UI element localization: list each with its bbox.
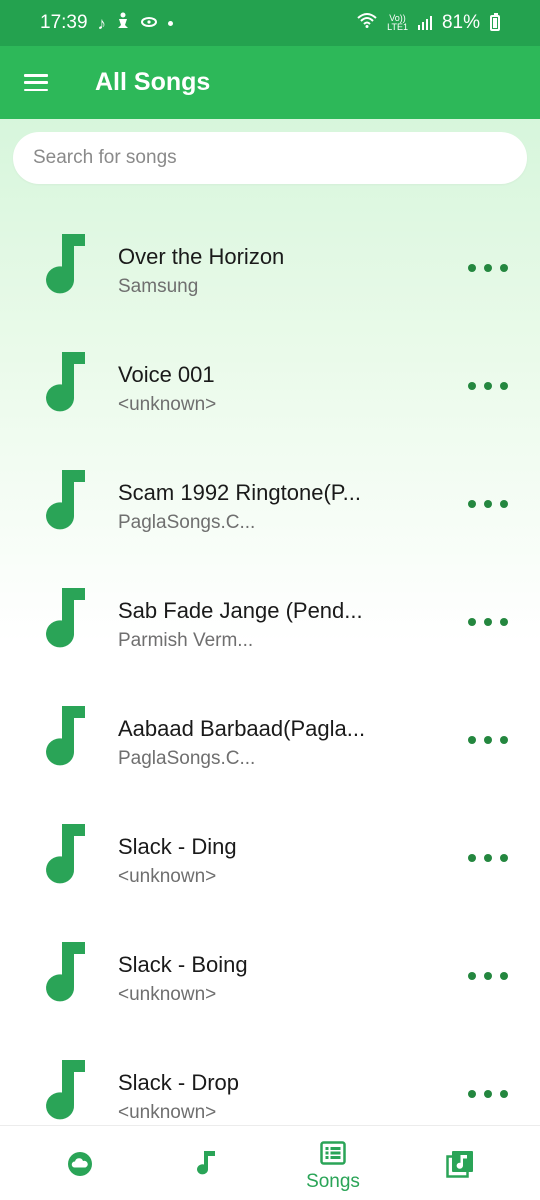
more-options-icon[interactable] (464, 846, 512, 870)
song-row[interactable]: Over the Horizon Samsung (0, 210, 540, 328)
more-options-icon[interactable] (464, 1082, 512, 1106)
nav-item-playlist[interactable] (420, 1126, 500, 1200)
more-options-icon[interactable] (464, 492, 512, 516)
music-note-icon (44, 468, 88, 530)
song-title: Aabaad Barbaad(Pagla... (118, 716, 366, 741)
status-left: 17:39 ♪ (40, 11, 174, 35)
song-title: Over the Horizon (118, 244, 285, 269)
battery-percent: 81% (441, 12, 480, 33)
song-artist: PaglaSongs.C... (118, 748, 256, 769)
song-title: Slack - Drop (118, 1070, 240, 1095)
cloud-icon (67, 1151, 93, 1182)
more-notifications-dot-icon (168, 20, 174, 26)
page-title: All Songs (95, 68, 211, 96)
song-title: Sab Fade Jange (Pend... (118, 598, 363, 623)
song-artist: Samsung (118, 276, 199, 297)
music-note-icon (195, 1149, 217, 1182)
figure-notification-icon (116, 11, 130, 35)
playlist-icon (446, 1150, 474, 1183)
status-time: 17:39 (40, 12, 88, 33)
song-artist: <unknown> (118, 394, 217, 415)
nav-item-cloud[interactable] (40, 1126, 120, 1200)
more-options-icon[interactable] (464, 610, 512, 634)
lte-label: LTE1 (387, 22, 408, 32)
status-bar: 17:39 ♪ Vo)) LTE1 81% (0, 0, 540, 46)
more-options-icon[interactable] (464, 374, 512, 398)
music-note-icon (44, 232, 88, 294)
song-artist: PaglaSongs.C... (118, 512, 256, 533)
hamburger-menu-icon[interactable] (24, 74, 48, 91)
song-row[interactable]: Slack - Drop <unknown> (0, 1036, 540, 1125)
app-bar: All Songs (0, 46, 540, 119)
loop-notification-icon (140, 12, 158, 34)
music-app-screen: 17:39 ♪ Vo)) LTE1 81% All Songs Search f… (0, 0, 540, 1200)
song-title: Slack - Ding (118, 834, 237, 859)
song-list: Over the Horizon Samsung Voice 001 <unknown… (0, 210, 540, 1125)
volte-icon: Vo)) LTE1 (387, 14, 408, 32)
nav-item-music[interactable] (166, 1126, 246, 1200)
more-options-icon[interactable] (464, 964, 512, 988)
wifi-icon (357, 12, 377, 34)
bottom-navigation: Songs (0, 1125, 540, 1200)
music-note-icon (44, 940, 88, 1002)
song-title: Slack - Boing (118, 952, 248, 977)
nav-item-songs[interactable]: Songs (293, 1126, 373, 1200)
song-row[interactable]: Scam 1992 Ringtone(P... PaglaSongs.C... (0, 446, 540, 564)
music-note-icon (44, 822, 88, 884)
more-options-icon[interactable] (464, 256, 512, 280)
status-right: Vo)) LTE1 81% (357, 12, 500, 34)
signal-strength-icon (417, 16, 432, 30)
song-artist: <unknown> (118, 984, 217, 1005)
music-note-icon (44, 704, 88, 766)
list-icon (320, 1141, 346, 1170)
song-title: Scam 1992 Ringtone(P... (118, 480, 361, 505)
song-title: Voice 001 (118, 362, 215, 387)
content-area: Search for songs Over the Horizon Samsung… (0, 119, 540, 1125)
music-note-icon (44, 1058, 88, 1120)
nav-label-songs: Songs (306, 1171, 360, 1192)
song-row[interactable]: Slack - Boing <unknown> (0, 918, 540, 1036)
battery-icon (490, 13, 500, 31)
more-options-icon[interactable] (464, 728, 512, 752)
song-artist: Parmish Verm... (118, 630, 254, 651)
song-row[interactable]: Sab Fade Jange (Pend... Parmish Verm... (0, 564, 540, 682)
song-artist: <unknown> (118, 1102, 217, 1123)
song-artist: <unknown> (118, 866, 217, 887)
song-row[interactable]: Aabaad Barbaad(Pagla... PaglaSongs.C... (0, 682, 540, 800)
music-note-icon (44, 586, 88, 648)
song-row[interactable]: Slack - Ding <unknown> (0, 800, 540, 918)
song-row[interactable]: Voice 001 <unknown> (0, 328, 540, 446)
music-notification-icon: ♪ (97, 13, 107, 33)
music-note-icon (44, 350, 88, 412)
search-input[interactable]: Search for songs (13, 132, 527, 184)
